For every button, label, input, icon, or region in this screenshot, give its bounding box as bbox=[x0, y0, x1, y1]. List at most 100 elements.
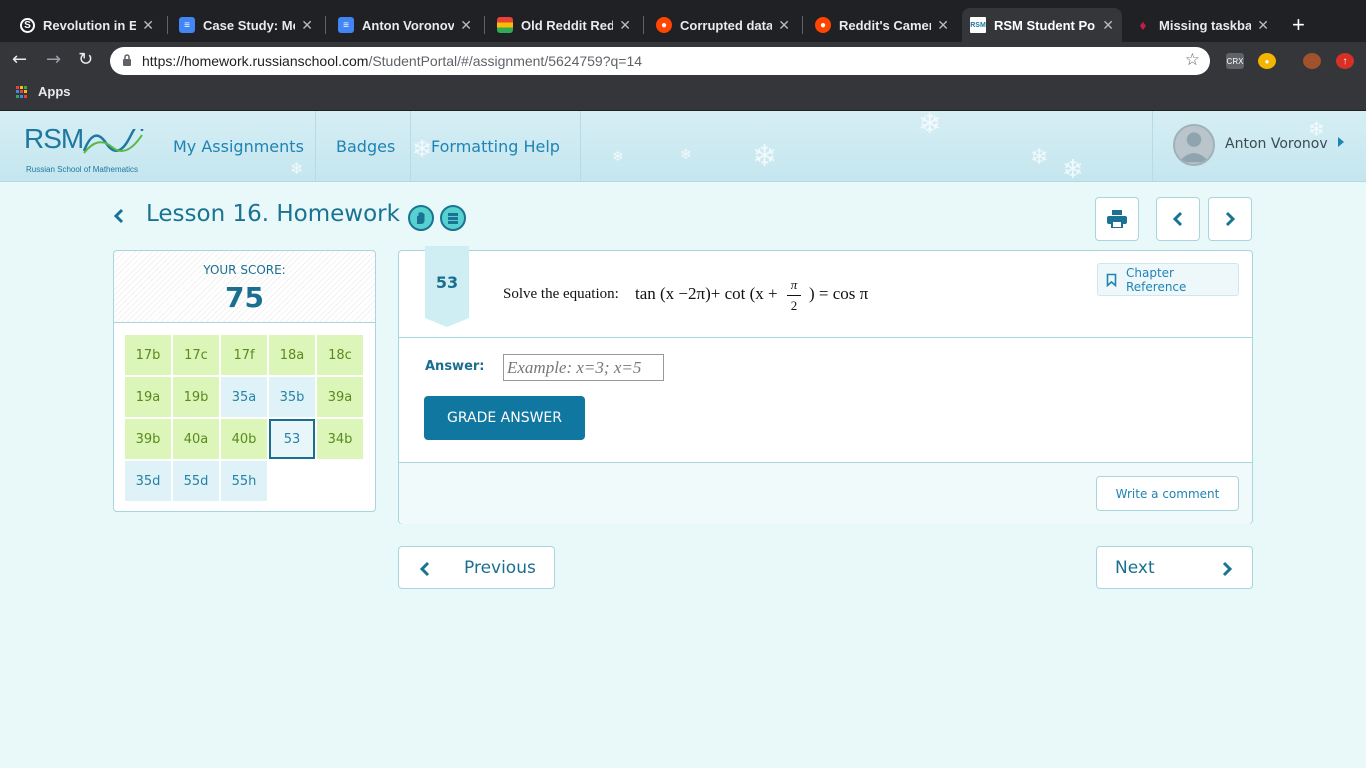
owl-extension-icon[interactable]: ● bbox=[1258, 53, 1276, 69]
problem-cell[interactable]: 34b bbox=[317, 419, 363, 459]
prev-problem-button[interactable] bbox=[1156, 197, 1200, 241]
previous-button[interactable]: Previous bbox=[398, 546, 555, 589]
tab-title: Reddit's Camera bbox=[839, 17, 932, 33]
nav-formatting-help[interactable]: Formatting Help bbox=[410, 111, 581, 181]
browser-tab[interactable]: ● Reddit's Camera ✕ bbox=[807, 8, 957, 42]
browser-tab[interactable]: ● Corrupted data v ✕ bbox=[648, 8, 798, 42]
rsm-icon: RSM bbox=[970, 17, 986, 33]
hand-icon[interactable] bbox=[408, 205, 434, 231]
problem-cell[interactable]: 18c bbox=[317, 335, 363, 375]
close-icon[interactable]: ✕ bbox=[460, 17, 472, 34]
rsm-logo[interactable]: RSM Russian School of Mathematics bbox=[24, 123, 144, 174]
user-menu[interactable]: Anton Voronov bbox=[1152, 111, 1366, 181]
problem-cell[interactable]: 17c bbox=[173, 335, 219, 375]
browser-tab[interactable]: Old Reddit Redir ✕ bbox=[489, 8, 639, 42]
chevron-right-icon bbox=[1225, 211, 1236, 227]
problem-cell[interactable]: 35d bbox=[125, 461, 171, 501]
browser-tab[interactable]: ≡ Anton Voronov - ✕ bbox=[330, 8, 480, 42]
tab-title: RSM Student Po bbox=[994, 17, 1096, 33]
close-icon[interactable]: ✕ bbox=[1102, 17, 1114, 34]
site-header: ❄ ❄ ❄ ❄ ❄ ❄ ❄ ❄ ❄ RSM Russian School of … bbox=[0, 111, 1366, 182]
chevron-left-icon bbox=[1172, 211, 1183, 227]
chevron-left-icon bbox=[419, 561, 430, 577]
circle-s-icon: S bbox=[20, 17, 35, 33]
profile-avatar-icon[interactable] bbox=[1303, 53, 1321, 69]
snowflake-icon: ❄ bbox=[680, 147, 692, 163]
previous-label: Previous bbox=[464, 558, 536, 578]
nav-my-assignments[interactable]: My Assignments bbox=[153, 111, 324, 181]
browser-tab-strip: S Revolution in Eur ✕ ≡ Case Study: Mex … bbox=[0, 0, 1366, 42]
browser-tab-active[interactable]: RSM RSM Student Po ✕ bbox=[962, 8, 1122, 42]
user-name: Anton Voronov bbox=[1225, 136, 1328, 152]
problem-cell[interactable]: 35a bbox=[221, 377, 267, 417]
next-problem-button[interactable] bbox=[1208, 197, 1252, 241]
problem-cell[interactable]: 40b bbox=[221, 419, 267, 459]
close-icon[interactable]: ✕ bbox=[142, 17, 154, 34]
tab-title: Revolution in Eur bbox=[43, 17, 137, 33]
close-icon[interactable]: ✕ bbox=[778, 17, 790, 34]
tab-title: Case Study: Mex bbox=[203, 17, 295, 33]
problem-cell[interactable]: 55d bbox=[173, 461, 219, 501]
answer-input[interactable] bbox=[503, 354, 664, 381]
problem-cell[interactable]: 35b bbox=[269, 377, 315, 417]
question-prompt: Solve the equation: bbox=[503, 286, 619, 302]
print-button[interactable] bbox=[1095, 197, 1139, 241]
reddit-icon: ● bbox=[656, 17, 672, 33]
close-icon[interactable]: ✕ bbox=[301, 17, 313, 34]
score-header: YOUR SCORE: 75 bbox=[114, 251, 375, 323]
problem-cell[interactable]: 40a bbox=[173, 419, 219, 459]
bookmark-star-icon[interactable]: ☆ bbox=[1185, 50, 1200, 70]
grade-answer-button[interactable]: GRADE ANSWER bbox=[424, 396, 585, 440]
problem-cell[interactable]: 39b bbox=[125, 419, 171, 459]
browser-tab[interactable]: S Revolution in Eur ✕ bbox=[12, 8, 162, 42]
close-icon[interactable]: ✕ bbox=[937, 17, 949, 34]
back-chevron-icon[interactable] bbox=[113, 207, 125, 225]
nav-badges[interactable]: Badges bbox=[315, 111, 415, 181]
browser-toolbar: ← → ↻ https://homework.russianschool.com… bbox=[0, 42, 1366, 79]
apps-bookmark[interactable]: Apps bbox=[38, 84, 71, 99]
browser-tab[interactable]: ♦ Missing taskbar ✕ bbox=[1127, 8, 1277, 42]
next-button[interactable]: Next bbox=[1096, 546, 1253, 589]
address-bar[interactable]: https://homework.russianschool.com/Stude… bbox=[110, 47, 1210, 75]
forward-arrow-icon[interactable]: → bbox=[46, 49, 61, 70]
bookmark-icon bbox=[1106, 273, 1117, 287]
close-icon[interactable]: ✕ bbox=[1257, 17, 1269, 34]
tab-title: Old Reddit Redir bbox=[521, 17, 614, 33]
crx-extension-icon[interactable]: CRX bbox=[1226, 53, 1244, 69]
books-icon[interactable] bbox=[440, 205, 466, 231]
snowflake-icon: ❄ bbox=[612, 149, 624, 165]
logo-wave-icon bbox=[82, 129, 144, 154]
raspberry-icon: ♦ bbox=[1139, 17, 1147, 33]
problem-grid: 17b 17c 17f 18a 18c 19a 19b 35a 35b 39a 39b 40a 40b 5… bbox=[125, 335, 365, 501]
back-arrow-icon[interactable]: ← bbox=[12, 49, 27, 70]
snowflake-icon: ❄ bbox=[1062, 155, 1084, 182]
problem-cell[interactable]: 17f bbox=[221, 335, 267, 375]
chapter-reference-button[interactable]: Chapter Reference bbox=[1097, 263, 1239, 296]
page-title: Lesson 16. Homework bbox=[146, 201, 400, 227]
update-icon[interactable]: ↑ bbox=[1336, 53, 1354, 69]
problem-cell-current[interactable]: 53 bbox=[269, 419, 315, 459]
problem-cell[interactable]: 19a bbox=[125, 377, 171, 417]
problem-cell[interactable]: 55h bbox=[221, 461, 267, 501]
caret-right-icon bbox=[1338, 137, 1344, 147]
problem-cell[interactable]: 18a bbox=[269, 335, 315, 375]
reload-icon[interactable]: ↻ bbox=[78, 49, 93, 70]
problem-cell[interactable]: 19b bbox=[173, 377, 219, 417]
divider bbox=[399, 337, 1252, 338]
problem-cell[interactable]: 39a bbox=[317, 377, 363, 417]
tab-title: Corrupted data v bbox=[680, 17, 773, 33]
next-label: Next bbox=[1115, 558, 1155, 578]
docs-icon: ≡ bbox=[338, 17, 354, 33]
close-icon[interactable]: ✕ bbox=[619, 17, 631, 34]
snowflake-icon: ❄ bbox=[752, 139, 778, 174]
score-panel: YOUR SCORE: 75 17b 17c 17f 18a 18c 19a 19b 35a 3… bbox=[113, 250, 376, 512]
problem-cell[interactable]: 17b bbox=[125, 335, 171, 375]
problem-card: 53 Solve the equation: tan (x −2π)+ cot … bbox=[398, 246, 1253, 524]
bookmarks-bar bbox=[0, 79, 1366, 111]
browser-tab[interactable]: ≡ Case Study: Mex ✕ bbox=[171, 8, 321, 42]
new-tab-button[interactable]: + bbox=[1292, 12, 1305, 38]
write-comment-button[interactable]: Write a comment bbox=[1096, 476, 1239, 511]
apps-grid-icon[interactable] bbox=[16, 86, 28, 98]
tab-title: Missing taskbar bbox=[1159, 17, 1252, 33]
chevron-right-icon bbox=[1222, 561, 1233, 577]
